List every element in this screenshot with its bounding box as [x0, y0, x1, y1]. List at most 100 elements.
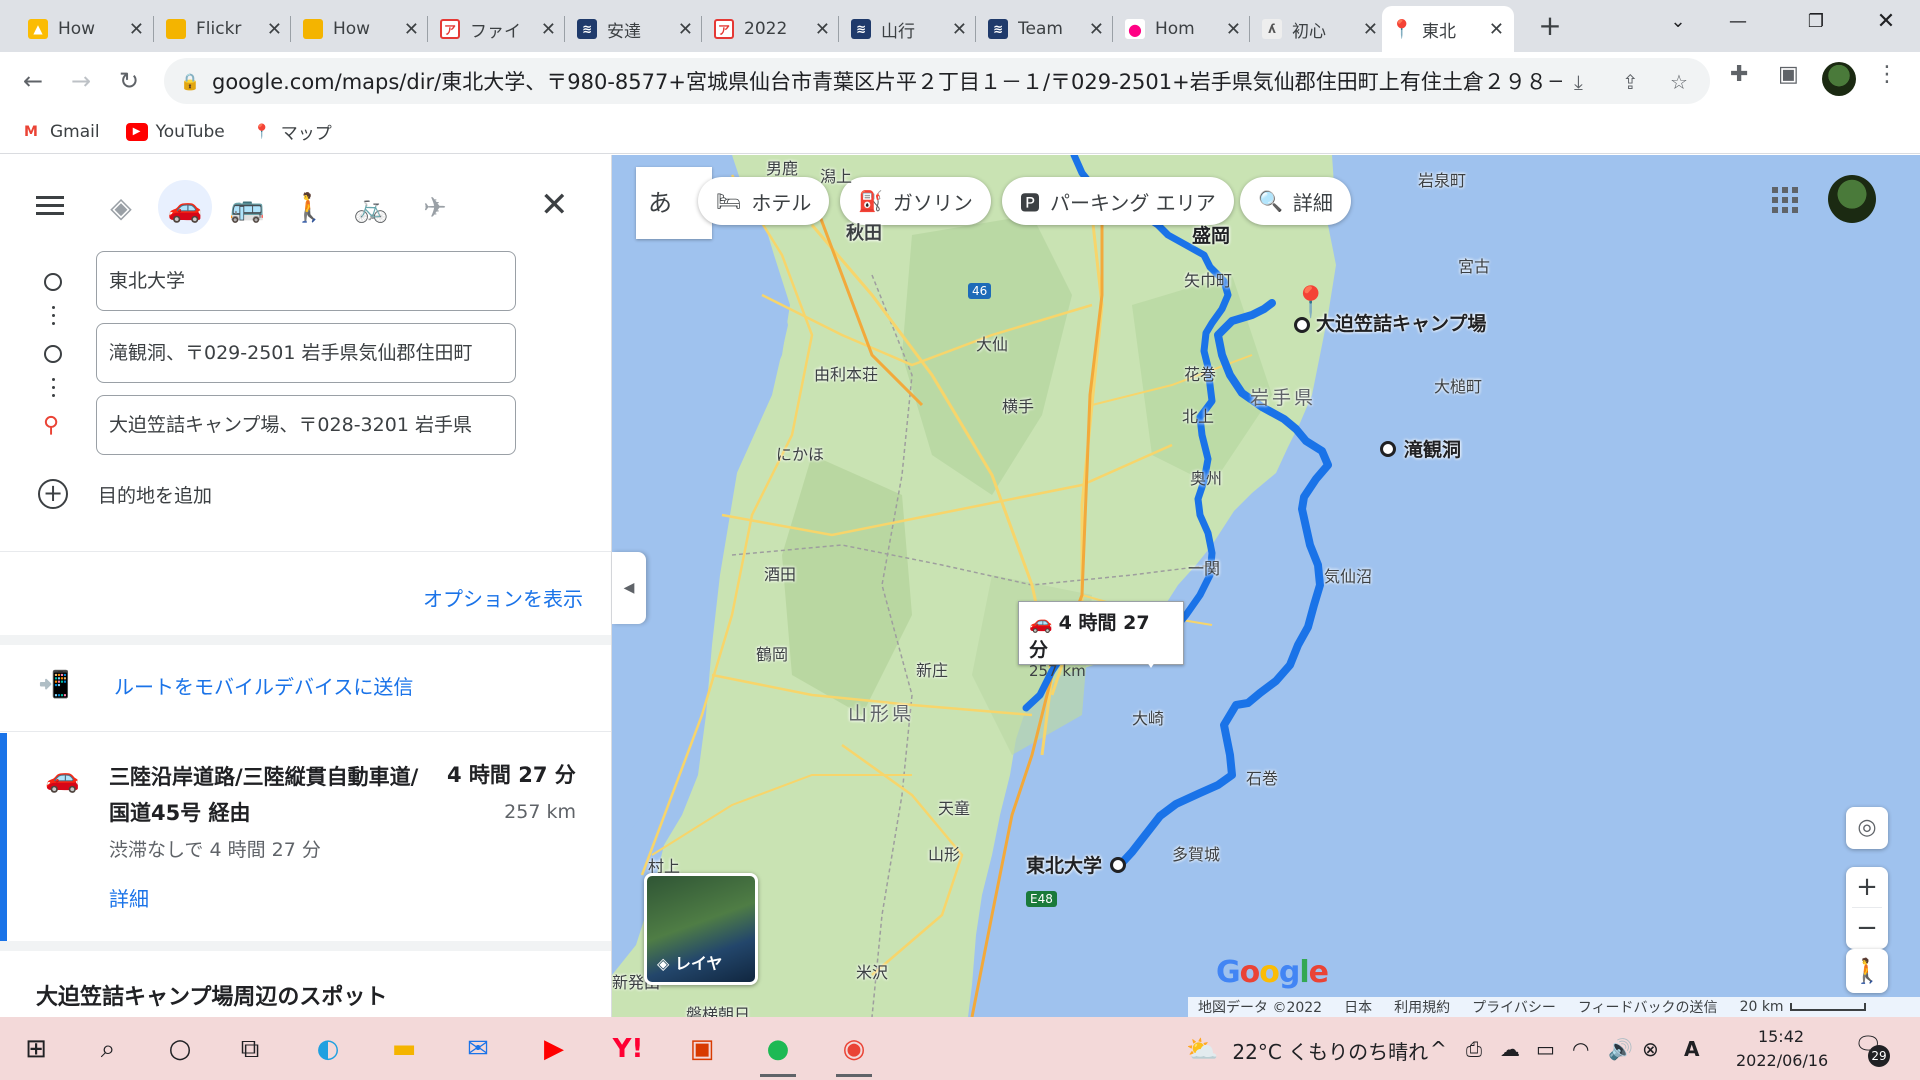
tab[interactable]: ア 2022 ✕ — [704, 6, 840, 52]
chip-more[interactable]: 🔍 詳細 — [1240, 177, 1351, 225]
best-route-icon[interactable]: ◈ — [94, 180, 148, 234]
privacy-link[interactable]: プライバシー — [1472, 997, 1556, 1017]
profile-avatar[interactable] — [1822, 62, 1856, 96]
tab-active[interactable]: 📍 東北 ✕ — [1382, 6, 1514, 52]
bookmark-gmail[interactable]: M Gmail — [20, 122, 100, 142]
show-hidden-icons[interactable]: ^ — [1430, 1037, 1447, 1061]
close-tab-icon[interactable]: ✕ — [404, 19, 419, 40]
tab[interactable]: ● Hom ✕ — [1115, 6, 1251, 52]
close-tab-icon[interactable]: ✕ — [1489, 19, 1504, 40]
search-icon[interactable]: ⌕ — [84, 1027, 132, 1071]
add-destination-button[interactable]: + 目的地を追加 — [38, 479, 212, 509]
reload-button[interactable]: ↻ — [110, 62, 148, 100]
tab[interactable]: ≋ 安達 ✕ — [567, 6, 703, 52]
driving-route-line — [1116, 299, 1332, 869]
close-tab-icon[interactable]: ✕ — [678, 19, 693, 40]
back-button[interactable]: ← — [14, 62, 52, 100]
chip-parking[interactable]: 🅿 パーキング エリア — [1002, 177, 1234, 225]
send-to-mobile-button[interactable]: 📲 ルートをモバイルデバイスに送信 — [38, 670, 413, 700]
notification-center[interactable]: 🗨 29 — [1854, 1033, 1890, 1067]
region-link[interactable]: 日本 — [1344, 997, 1372, 1017]
file-explorer-icon[interactable]: ▬ — [380, 1027, 428, 1071]
url-text[interactable]: google.com/maps/dir/東北大学、〒980-8577+宮城県仙台… — [212, 66, 1562, 96]
close-directions-icon[interactable]: ✕ — [540, 185, 569, 225]
scale-label[interactable]: 20 km — [1740, 999, 1784, 1015]
destination-pin-icon[interactable]: 📍 — [1292, 285, 1329, 320]
chrome-icon[interactable]: ◉ — [830, 1027, 878, 1077]
route-info-bubble[interactable]: 🚗 4 時間 27 分 257 km — [1018, 601, 1184, 680]
meet-icon[interactable]: ⎙ — [1466, 1037, 1482, 1061]
zoom-out-button[interactable]: − — [1846, 908, 1888, 948]
close-tab-icon[interactable]: ✕ — [129, 19, 144, 40]
menu-icon[interactable] — [36, 191, 68, 221]
minimize-button[interactable]: — — [1708, 0, 1768, 44]
close-tab-icon[interactable]: ✕ — [1363, 19, 1378, 40]
bookmark-star-icon[interactable]: ☆ — [1670, 70, 1688, 94]
close-tab-icon[interactable]: ✕ — [1089, 19, 1104, 40]
blocked-icon[interactable]: ⊗ — [1642, 1037, 1659, 1061]
chip-hotel[interactable]: 🛏 ホテル — [698, 177, 830, 225]
side-panel-icon[interactable]: ▣ — [1778, 62, 1799, 87]
cycling-icon[interactable]: 🚲 — [344, 180, 398, 234]
start-field[interactable]: 東北大学 — [96, 251, 516, 311]
more-menu-icon[interactable]: ⋮ — [1876, 62, 1898, 87]
youtube-icon[interactable]: ▶ — [530, 1027, 578, 1071]
onedrive-icon[interactable]: ☁ — [1500, 1037, 1520, 1061]
tab[interactable]: ≋ Team ✕ — [978, 6, 1114, 52]
close-tab-icon[interactable]: ✕ — [952, 19, 967, 40]
tab[interactable]: ▲ How ✕ — [18, 6, 154, 52]
new-tab-button[interactable]: + — [1530, 8, 1570, 44]
address-bar[interactable]: 🔒 google.com/maps/dir/東北大学、〒980-8577+宮城県… — [164, 58, 1710, 104]
mail-icon[interactable]: ✉ — [454, 1027, 502, 1071]
tab[interactable]: How ✕ — [293, 6, 429, 52]
tab-search-icon[interactable]: ⌄ — [1648, 0, 1708, 44]
install-icon[interactable]: ⤓ — [1574, 70, 1583, 94]
wifi-icon[interactable]: ◠ — [1572, 1037, 1589, 1061]
close-tab-icon[interactable]: ✕ — [815, 19, 830, 40]
chip-gas[interactable]: ⛽ ガソリン — [840, 177, 991, 225]
route-details-link[interactable]: 詳細 — [109, 883, 149, 912]
bookmark-youtube[interactable]: ▶ YouTube — [125, 122, 225, 142]
lock-icon[interactable]: 🔒 — [180, 72, 200, 91]
walking-icon[interactable]: 🚶 — [282, 180, 336, 234]
close-window-button[interactable]: ✕ — [1856, 0, 1916, 44]
feedback-link[interactable]: フィードバックの送信 — [1578, 997, 1718, 1017]
bookmark-maps[interactable]: 📍 マップ — [251, 119, 332, 145]
route-option-card[interactable]: 🚗 三陸沿岸道路/三陸縦貫自動車道/国道45号 経由 4 時間 27 分 257… — [0, 733, 611, 943]
clock[interactable]: 15:42 2022/06/16 — [1736, 1025, 1828, 1073]
zoom-in-button[interactable]: + — [1846, 867, 1888, 907]
close-tab-icon[interactable]: ✕ — [1226, 19, 1241, 40]
volume-icon[interactable]: 🔊 — [1608, 1037, 1633, 1061]
layers-button[interactable]: ◈ レイヤ — [644, 873, 758, 985]
windows-start-icon[interactable]: ⊞ — [12, 1027, 60, 1071]
spotify-icon[interactable]: ● — [754, 1027, 802, 1077]
office-icon[interactable]: ▣ — [678, 1027, 726, 1071]
tab[interactable]: アファイ ✕ — [430, 6, 566, 52]
weather-widget[interactable]: ⛅ 22°C くもりのち晴れ — [1186, 1035, 1428, 1065]
task-view-icon[interactable]: ⧉ — [226, 1027, 274, 1071]
cortana-icon[interactable]: ○ — [156, 1027, 204, 1071]
driving-icon[interactable]: 🚗 — [158, 180, 212, 234]
ime-icon[interactable]: A — [1684, 1037, 1699, 1061]
edge-icon[interactable]: ◐ — [304, 1027, 352, 1071]
share-icon[interactable]: ⇪ — [1622, 70, 1639, 94]
close-tab-icon[interactable]: ✕ — [541, 19, 556, 40]
extensions-icon[interactable]: ✚ — [1730, 62, 1748, 87]
collapse-panel-button[interactable]: ◀ — [612, 552, 646, 624]
transit-icon[interactable]: 🚌 — [220, 180, 274, 234]
tab[interactable]: ʎ 初心 ✕ — [1252, 6, 1388, 52]
flight-icon[interactable]: ✈ — [408, 180, 462, 234]
tab[interactable]: ≋ 山行 ✕ — [841, 6, 977, 52]
forward-button[interactable]: → — [62, 62, 100, 100]
show-options-link[interactable]: オプションを表示 — [423, 583, 583, 612]
close-tab-icon[interactable]: ✕ — [267, 19, 282, 40]
destination-field[interactable]: 大迫笠詰キャンプ場、〒028-3201 岩手県 — [96, 395, 516, 455]
my-location-button[interactable]: ◎ — [1846, 807, 1888, 849]
stop-field[interactable]: 滝観洞、〒029-2501 岩手県気仙郡住田町 — [96, 323, 516, 383]
tab[interactable]: Flickr ✕ — [156, 6, 292, 52]
yahoo-icon[interactable]: Y! — [604, 1027, 652, 1071]
street-view-pegman[interactable]: 🚶 — [1846, 949, 1888, 993]
terms-link[interactable]: 利用規約 — [1394, 997, 1450, 1017]
battery-icon[interactable]: ▭ — [1536, 1037, 1555, 1061]
restore-button[interactable]: ❐ — [1786, 0, 1846, 44]
